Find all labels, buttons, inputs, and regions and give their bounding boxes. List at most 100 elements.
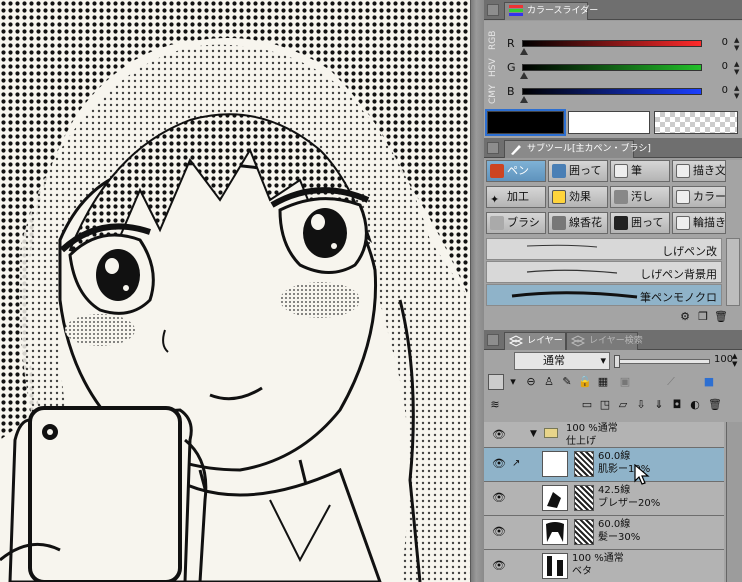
pin-icon[interactable] [487, 334, 499, 346]
layer-mask-icon[interactable]: ◘ [670, 398, 684, 412]
opacity-value[interactable]: 100 [714, 354, 733, 365]
subtool-tabbar: サブツール[主カペン・ブラシ] [484, 138, 742, 158]
pen-tool-icon [509, 143, 523, 155]
color-mode-tabs: RGB HSV CMY [486, 27, 502, 109]
opacity-slider[interactable]: 100 ▲ ▼ [614, 352, 740, 370]
slider-b-handle[interactable] [520, 96, 528, 103]
subtool-outline[interactable]: 輪描き [672, 212, 726, 234]
tab-color-slider-label: カラースライダー [527, 6, 599, 16]
opacity-handle[interactable] [614, 355, 620, 368]
layer-row[interactable]: 👁 42.5線 ブレザー20% [484, 482, 724, 516]
panel-splitter[interactable] [470, 0, 484, 582]
clip-icon[interactable]: ⊖ [524, 375, 538, 389]
slider-r-track[interactable] [522, 40, 702, 47]
layer-stack-icon[interactable]: ≋ [488, 398, 502, 412]
apply-mask-icon[interactable]: ◐ [688, 398, 702, 412]
blend-mode-select[interactable]: 通常 ▾ [514, 352, 610, 370]
folder-icon [544, 428, 558, 438]
subtool-color-brush-label: カラー [693, 190, 726, 203]
visibility-eye-icon[interactable]: 👁 [492, 492, 506, 504]
ruler-icon[interactable]: ⟋ [664, 375, 678, 389]
mode-rgb[interactable]: RGB [486, 27, 500, 54]
layer-row-selected[interactable]: 👁 ↗ 60.0線 肌影ー10% [484, 448, 724, 482]
slider-r-value[interactable]: 0 [704, 37, 728, 48]
chevron-down-icon[interactable]: ▾ [506, 375, 520, 389]
layer-info: 60.0線 髪ー30% [598, 518, 640, 544]
draft-icon[interactable]: ✎ [560, 375, 574, 389]
slider-g-label: G [507, 61, 516, 74]
slider-g-spinner-icon[interactable]: ▲ ▼ [734, 60, 742, 76]
slider-b: B 0 ▲ ▼ [504, 83, 740, 107]
opacity-spinner-icon[interactable]: ▲ ▼ [732, 352, 737, 368]
drawing-canvas[interactable] [0, 0, 470, 582]
subtool-settings-icon[interactable]: ⚙ [678, 310, 692, 324]
subtool-lasso-fill[interactable]: 囲って [548, 160, 608, 182]
layer-row[interactable]: 👁 60.0線 髪ー30% [484, 516, 724, 550]
subtool-color-brush[interactable]: カラー [672, 186, 726, 208]
subtool-smudge-label: 汚し [631, 190, 653, 203]
slider-g: G 0 ▲ ▼ [504, 59, 740, 83]
slider-b-value[interactable]: 0 [704, 85, 728, 96]
tab-color-slider[interactable]: カラースライダー [504, 2, 598, 20]
opacity-track[interactable] [614, 359, 710, 364]
tab-layer-search[interactable]: レイヤー検索 [566, 332, 643, 350]
subtool-pen[interactable]: ペン [486, 160, 546, 182]
slider-r: R 0 ▲ ▼ [504, 35, 740, 59]
color-icon[interactable]: ■ [702, 375, 716, 389]
lock-icon[interactable]: 🔒 [578, 375, 592, 389]
visibility-eye-icon[interactable]: 👁 [492, 560, 506, 572]
brush-stroke-preview [511, 291, 638, 299]
sub-color-swatch[interactable] [568, 111, 650, 134]
slider-g-value[interactable]: 0 [704, 61, 728, 72]
brush-list-scrollbar[interactable] [726, 238, 740, 306]
main-color-swatch[interactable] [485, 109, 566, 136]
merge-icon[interactable]: ⇓ [652, 398, 666, 412]
delete-subtool-icon[interactable]: 🗑 [714, 310, 728, 324]
subtool-effect[interactable]: 効果 [548, 186, 608, 208]
mode-hsv[interactable]: HSV [486, 54, 500, 81]
subtool-smudge[interactable]: 汚し [610, 186, 670, 208]
layer-panel: 通常 ▾ 100 ▲ ▼ ▾ ⊖ ♙ ✎ 🔒 ▦ ▣ ⟋ ■ ≋ ▭ ◳ ▱ ⇩ … [484, 350, 742, 582]
airbrush-icon [490, 216, 504, 230]
visibility-eye-icon[interactable]: 👁 [492, 458, 506, 470]
slider-g-handle[interactable] [520, 72, 528, 79]
delete-layer-icon[interactable]: 🗑 [708, 398, 722, 412]
subtool-process[interactable]: ✦ 加工 [486, 186, 546, 208]
slider-g-track[interactable] [522, 64, 702, 71]
subtool-stroke[interactable]: 線香花 [548, 212, 608, 234]
visibility-eye-icon[interactable]: 👁 [492, 526, 506, 538]
slider-b-track[interactable] [522, 88, 702, 95]
fill-icon [614, 216, 628, 230]
mode-cmy[interactable]: CMY [486, 81, 500, 108]
new-folder-icon[interactable]: ▱ [616, 398, 630, 412]
mask-icon[interactable]: ▣ [618, 375, 632, 389]
layer-folder[interactable]: 👁 ▼ 100 %通常 仕上げ [484, 422, 724, 448]
subtool-airbrush[interactable]: ブラシ [486, 212, 546, 234]
transparent-color-swatch[interactable] [654, 111, 738, 134]
tab-layer[interactable]: レイヤー [504, 332, 566, 350]
pin-icon[interactable] [487, 4, 499, 16]
visibility-eye-icon[interactable]: 👁 [492, 429, 506, 441]
brush-item[interactable]: しげペン改 [486, 238, 722, 260]
slider-r-handle[interactable] [520, 48, 528, 55]
layer-row[interactable]: 👁 100 %通常 ベタ [484, 550, 724, 582]
brush-item[interactable]: しげペン背景用 [486, 261, 722, 283]
layer-color-icon[interactable] [488, 374, 504, 390]
transfer-down-icon[interactable]: ⇩ [634, 398, 648, 412]
new-vector-layer-icon[interactable]: ◳ [598, 398, 612, 412]
folder-collapse-icon[interactable]: ▼ [530, 429, 537, 439]
subtool-brush[interactable]: 筆 [610, 160, 670, 182]
subtool-panel: ペン 囲って 筆 描き文 ✦ 加工 効果 汚し カラー ブラシ 線香花 囲って … [484, 160, 742, 330]
new-subtool-icon[interactable]: ❐ [696, 310, 710, 324]
pin-icon[interactable] [487, 142, 499, 154]
lock-transparent-icon[interactable]: ▦ [596, 375, 610, 389]
tab-subtool[interactable]: サブツール[主カペン・ブラシ] [504, 140, 651, 158]
subtool-text-brush[interactable]: 描き文 [672, 160, 726, 182]
layer-list-scrollbar[interactable] [726, 422, 742, 582]
slider-r-spinner-icon[interactable]: ▲ ▼ [734, 36, 742, 52]
slider-b-spinner-icon[interactable]: ▲ ▼ [734, 84, 742, 100]
brush-item-selected[interactable]: 筆ペンモノクロ [486, 284, 722, 306]
new-raster-layer-icon[interactable]: ▭ [580, 398, 594, 412]
reference-icon[interactable]: ♙ [542, 375, 556, 389]
subtool-fill[interactable]: 囲って [610, 212, 670, 234]
